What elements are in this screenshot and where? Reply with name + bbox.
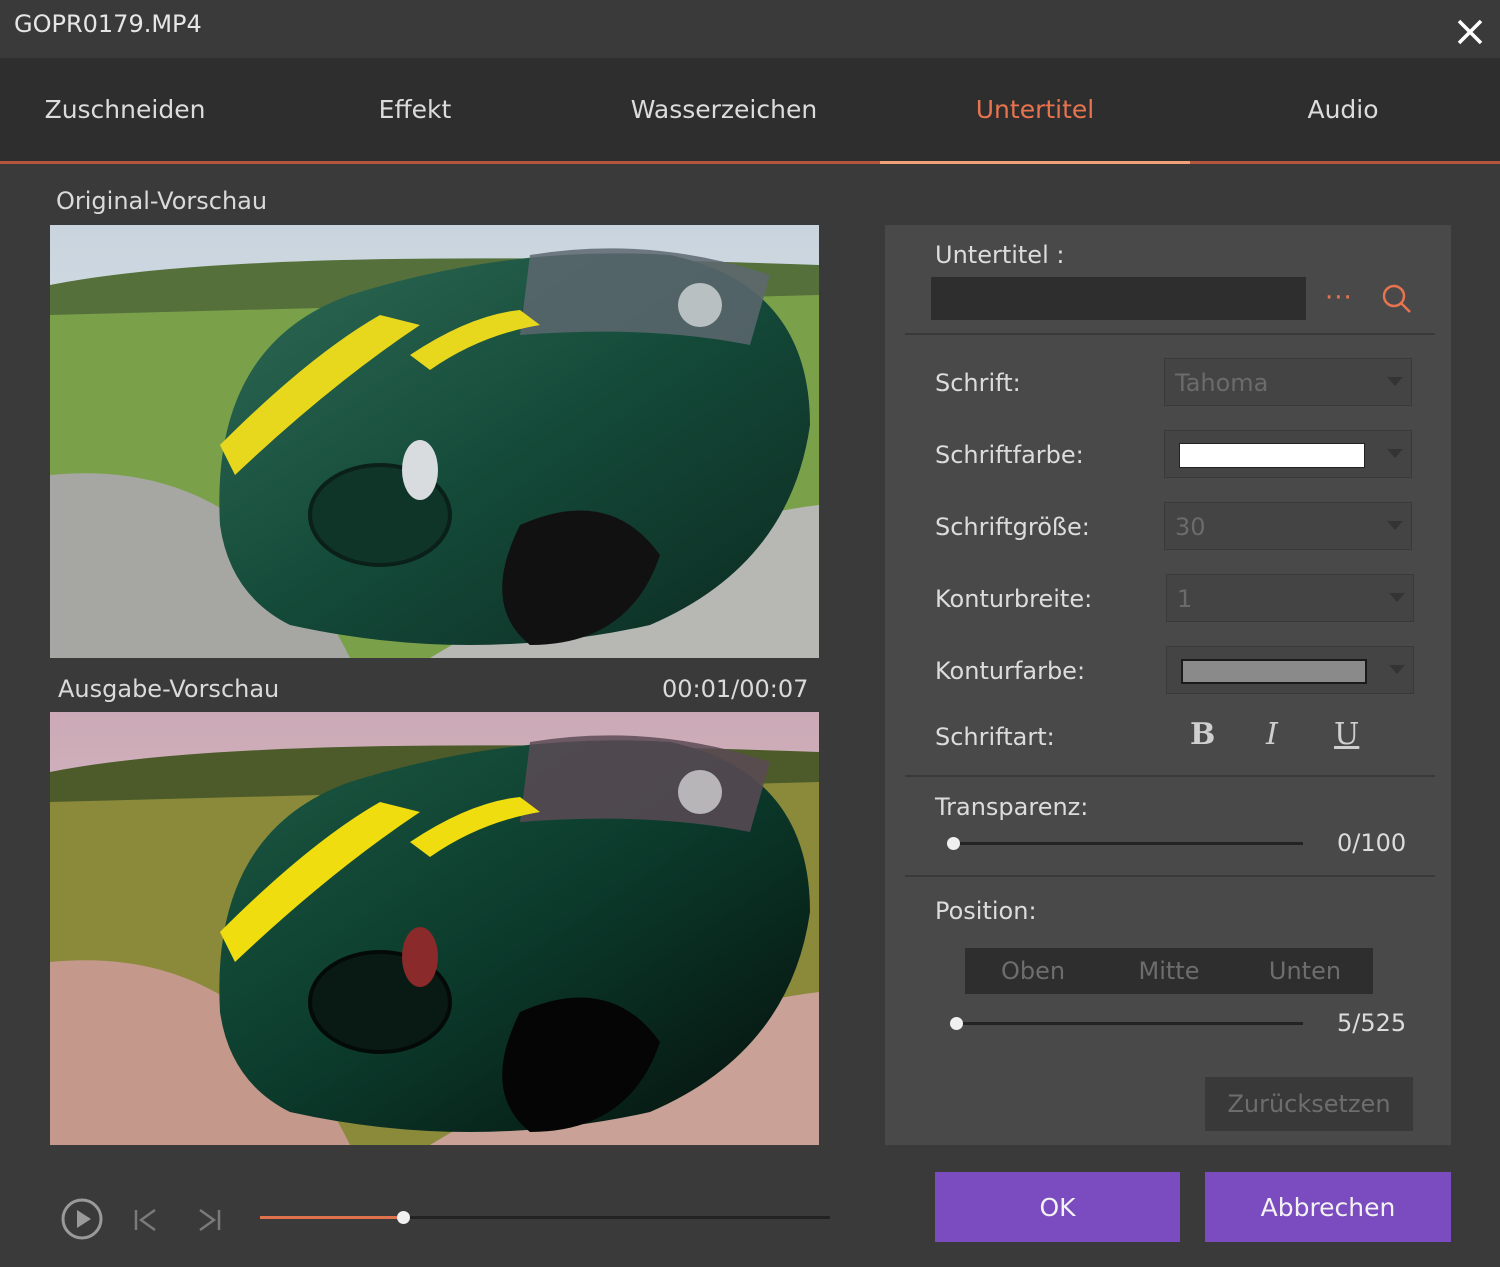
- subtitle-label: Untertitel :: [935, 241, 1065, 269]
- underline-button[interactable]: U: [1334, 717, 1359, 752]
- chevron-down-icon: [1389, 665, 1405, 674]
- output-preview-label: Ausgabe-Vorschau: [58, 675, 280, 703]
- close-icon[interactable]: [1450, 12, 1490, 52]
- tab-bar: Zuschneiden Effekt Wasserzeichen Unterti…: [0, 58, 1500, 164]
- seek-handle[interactable]: [396, 1211, 410, 1224]
- output-preview-image: [50, 712, 819, 1145]
- skip-forward-icon[interactable]: [196, 1208, 222, 1232]
- font-size-value: 30: [1175, 513, 1206, 541]
- chevron-down-icon: [1389, 593, 1405, 602]
- font-size-select[interactable]: 30: [1164, 502, 1412, 550]
- skip-back-icon[interactable]: [133, 1208, 159, 1232]
- subtitle-file-input[interactable]: [931, 277, 1306, 320]
- tab-wasserzeichen[interactable]: Wasserzeichen: [569, 58, 879, 161]
- seek-bar[interactable]: [260, 1211, 830, 1224]
- outline-width-value: 1: [1177, 585, 1193, 613]
- seek-progress: [260, 1216, 403, 1219]
- position-slider[interactable]: [950, 1017, 1303, 1030]
- font-value: Tahoma: [1175, 369, 1269, 397]
- divider: [905, 775, 1435, 777]
- position-label: Position:: [935, 897, 1037, 925]
- font-color-select[interactable]: [1164, 430, 1412, 478]
- tab-zuschneiden[interactable]: Zuschneiden: [0, 58, 280, 161]
- divider: [905, 333, 1435, 335]
- window-title: GOPR0179.MP4: [14, 10, 202, 38]
- italic-button[interactable]: I: [1266, 717, 1278, 752]
- tab-audio[interactable]: Audio: [1188, 58, 1498, 161]
- outline-color-label: Konturfarbe:: [935, 657, 1086, 685]
- outline-color-swatch: [1181, 659, 1367, 684]
- position-option-mitte[interactable]: Mitte: [1101, 948, 1237, 994]
- tab-effekt[interactable]: Effekt: [260, 58, 570, 161]
- divider: [905, 875, 1435, 877]
- search-icon[interactable]: [1381, 283, 1413, 315]
- font-style-label: Schriftart:: [935, 723, 1055, 751]
- preview-time: 00:01/00:07: [662, 675, 809, 703]
- font-select[interactable]: Tahoma: [1164, 358, 1412, 406]
- font-color-swatch: [1179, 443, 1365, 468]
- transparency-label: Transparenz:: [935, 793, 1089, 821]
- cancel-button[interactable]: Abbrechen: [1205, 1172, 1451, 1242]
- original-preview-label: Original-Vorschau: [56, 187, 268, 215]
- outline-width-label: Konturbreite:: [935, 585, 1093, 613]
- chevron-down-icon: [1387, 449, 1403, 458]
- transparency-slider-handle[interactable]: [947, 837, 960, 850]
- outline-color-select[interactable]: [1166, 646, 1414, 694]
- original-preview-image: [50, 225, 819, 658]
- bold-button[interactable]: B: [1190, 717, 1215, 752]
- reset-button[interactable]: Zurücksetzen: [1205, 1077, 1413, 1131]
- outline-width-select[interactable]: 1: [1166, 574, 1414, 622]
- subtitle-settings-panel: Untertitel : ··· Schrift: Tahoma Schrift…: [885, 225, 1451, 1145]
- position-value: 5/525: [1337, 1009, 1407, 1037]
- position-segmented-control: Oben Mitte Unten: [965, 948, 1373, 994]
- transparency-slider[interactable]: [947, 837, 1303, 850]
- position-option-unten[interactable]: Unten: [1237, 948, 1373, 994]
- browse-more-button[interactable]: ···: [1325, 283, 1353, 313]
- position-slider-handle[interactable]: [950, 1017, 964, 1030]
- font-size-label: Schriftgröße:: [935, 513, 1090, 541]
- play-icon[interactable]: [60, 1197, 104, 1241]
- ok-button[interactable]: OK: [935, 1172, 1180, 1242]
- font-color-label: Schriftfarbe:: [935, 441, 1084, 469]
- title-bar: GOPR0179.MP4: [0, 0, 1500, 58]
- position-option-oben[interactable]: Oben: [965, 948, 1101, 994]
- font-label: Schrift:: [935, 369, 1021, 397]
- chevron-down-icon: [1387, 521, 1403, 530]
- transparency-value: 0/100: [1337, 829, 1407, 857]
- chevron-down-icon: [1387, 377, 1403, 386]
- tab-untertitel[interactable]: Untertitel: [880, 58, 1190, 164]
